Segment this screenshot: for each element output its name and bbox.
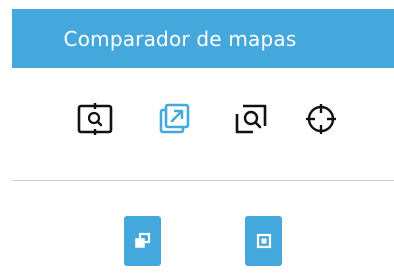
map-search-frame-icon [77, 103, 113, 135]
close-square-icon [256, 233, 271, 249]
panel-header: Comparador de mapas [0, 9, 394, 68]
panel-title: Comparador de mapas [63, 26, 297, 51]
close-compare-button[interactable] [245, 216, 282, 266]
map-search-frame-button[interactable] [75, 100, 115, 140]
overlay-windows-icon [134, 232, 150, 248]
overlay-compare-button[interactable] [124, 216, 161, 266]
map-comparator-panel: Comparador de mapas [0, 0, 394, 277]
tool-row [0, 100, 394, 148]
crosshair-button[interactable] [301, 100, 341, 140]
zoom-area-icon [235, 104, 267, 134]
section-divider [12, 180, 394, 181]
open-external-icon [159, 103, 190, 134]
crosshair-icon [306, 104, 336, 134]
open-external-button[interactable] [153, 100, 193, 140]
zoom-area-button[interactable] [231, 100, 271, 140]
